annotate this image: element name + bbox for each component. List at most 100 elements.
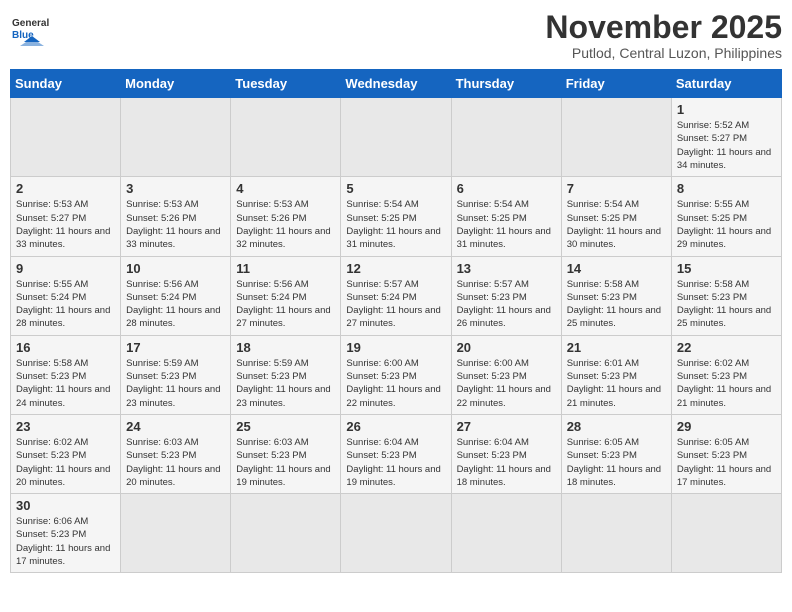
calendar-week-3: 16Sunrise: 5:58 AMSunset: 5:23 PMDayligh…	[11, 335, 782, 414]
day-info: Sunrise: 5:54 AMSunset: 5:25 PMDaylight:…	[346, 198, 445, 251]
calendar: SundayMondayTuesdayWednesdayThursdayFrid…	[10, 69, 782, 573]
day-info: Sunrise: 6:00 AMSunset: 5:23 PMDaylight:…	[346, 357, 445, 410]
calendar-cell: 10 Sunrise: 5:56 AMSunset: 5:24 PMDayligh…	[121, 256, 231, 335]
day-info: Sunrise: 6:02 AMSunset: 5:23 PMDaylight:…	[677, 357, 776, 410]
day-number: 5	[346, 181, 445, 196]
weekday-header-friday: Friday	[561, 70, 671, 98]
day-number: 2	[16, 181, 115, 196]
day-info: Sunrise: 5:59 AMSunset: 5:23 PMDaylight:…	[126, 357, 225, 410]
weekday-header-row: SundayMondayTuesdayWednesdayThursdayFrid…	[11, 70, 782, 98]
day-info: Sunrise: 5:57 AMSunset: 5:24 PMDaylight:…	[346, 278, 445, 331]
calendar-week-1: 2 Sunrise: 5:53 AMSunset: 5:27 PMDaylight…	[11, 177, 782, 256]
day-number: 3	[126, 181, 225, 196]
calendar-cell: 2 Sunrise: 5:53 AMSunset: 5:27 PMDaylight…	[11, 177, 121, 256]
day-number: 1	[677, 102, 776, 117]
day-number: 30	[16, 498, 115, 513]
calendar-cell	[231, 494, 341, 573]
day-number: 24	[126, 419, 225, 434]
calendar-cell: 5 Sunrise: 5:54 AMSunset: 5:25 PMDaylight…	[341, 177, 451, 256]
logo-svg: General Blue	[10, 10, 54, 54]
month-title: November 2025	[545, 10, 782, 45]
title-block: November 2025 Putlod, Central Luzon, Phi…	[545, 10, 782, 61]
day-info: Sunrise: 5:53 AMSunset: 5:26 PMDaylight:…	[126, 198, 225, 251]
day-number: 9	[16, 261, 115, 276]
calendar-week-5: 30 Sunrise: 6:06 AMSunset: 5:23 PMDayligh…	[11, 494, 782, 573]
calendar-cell: 19Sunrise: 6:00 AMSunset: 5:23 PMDayligh…	[341, 335, 451, 414]
day-number: 26	[346, 419, 445, 434]
day-info: Sunrise: 6:03 AMSunset: 5:23 PMDaylight:…	[236, 436, 335, 489]
calendar-week-4: 23Sunrise: 6:02 AMSunset: 5:23 PMDayligh…	[11, 414, 782, 493]
svg-text:General: General	[12, 18, 49, 29]
day-number: 8	[677, 181, 776, 196]
calendar-cell: 6Sunrise: 5:54 AMSunset: 5:25 PMDaylight…	[451, 177, 561, 256]
day-number: 15	[677, 261, 776, 276]
calendar-cell: 21 Sunrise: 6:01 AMSunset: 5:23 PMDayligh…	[561, 335, 671, 414]
calendar-cell: 23Sunrise: 6:02 AMSunset: 5:23 PMDayligh…	[11, 414, 121, 493]
day-number: 20	[457, 340, 556, 355]
calendar-cell	[121, 98, 231, 177]
calendar-cell: 22 Sunrise: 6:02 AMSunset: 5:23 PMDayligh…	[671, 335, 781, 414]
day-info: Sunrise: 6:06 AMSunset: 5:23 PMDaylight:…	[16, 515, 115, 568]
day-number: 11	[236, 261, 335, 276]
day-info: Sunrise: 5:55 AMSunset: 5:25 PMDaylight:…	[677, 198, 776, 251]
day-number: 25	[236, 419, 335, 434]
calendar-cell: 12 Sunrise: 5:57 AMSunset: 5:24 PMDayligh…	[341, 256, 451, 335]
day-info: Sunrise: 5:53 AMSunset: 5:27 PMDaylight:…	[16, 198, 115, 251]
calendar-cell: 13 Sunrise: 5:57 AMSunset: 5:23 PMDayligh…	[451, 256, 561, 335]
day-info: Sunrise: 6:01 AMSunset: 5:23 PMDaylight:…	[567, 357, 666, 410]
day-number: 21	[567, 340, 666, 355]
calendar-cell	[341, 494, 451, 573]
calendar-cell	[451, 494, 561, 573]
calendar-cell: 7Sunrise: 5:54 AMSunset: 5:25 PMDaylight…	[561, 177, 671, 256]
calendar-cell	[341, 98, 451, 177]
day-number: 17	[126, 340, 225, 355]
day-info: Sunrise: 5:55 AMSunset: 5:24 PMDaylight:…	[16, 278, 115, 331]
day-number: 29	[677, 419, 776, 434]
weekday-header-monday: Monday	[121, 70, 231, 98]
logo: General Blue GeneralBlue	[10, 10, 54, 54]
day-number: 12	[346, 261, 445, 276]
calendar-cell: 11 Sunrise: 5:56 AMSunset: 5:24 PMDayligh…	[231, 256, 341, 335]
day-info: Sunrise: 5:57 AMSunset: 5:23 PMDaylight:…	[457, 278, 556, 331]
calendar-cell: 27Sunrise: 6:04 AMSunset: 5:23 PMDayligh…	[451, 414, 561, 493]
day-info: Sunrise: 5:59 AMSunset: 5:23 PMDaylight:…	[236, 357, 335, 410]
calendar-cell: 4Sunrise: 5:53 AMSunset: 5:26 PMDaylight…	[231, 177, 341, 256]
day-number: 7	[567, 181, 666, 196]
day-number: 6	[457, 181, 556, 196]
calendar-cell: 3 Sunrise: 5:53 AMSunset: 5:26 PMDaylight…	[121, 177, 231, 256]
calendar-cell: 28 Sunrise: 6:05 AMSunset: 5:23 PMDayligh…	[561, 414, 671, 493]
day-number: 13	[457, 261, 556, 276]
calendar-cell: 9 Sunrise: 5:55 AMSunset: 5:24 PMDaylight…	[11, 256, 121, 335]
weekday-header-sunday: Sunday	[11, 70, 121, 98]
calendar-cell	[121, 494, 231, 573]
day-info: Sunrise: 5:58 AMSunset: 5:23 PMDaylight:…	[16, 357, 115, 410]
day-info: Sunrise: 6:04 AMSunset: 5:23 PMDaylight:…	[346, 436, 445, 489]
day-info: Sunrise: 6:05 AMSunset: 5:23 PMDaylight:…	[567, 436, 666, 489]
calendar-cell: 18Sunrise: 5:59 AMSunset: 5:23 PMDayligh…	[231, 335, 341, 414]
calendar-cell: 17 Sunrise: 5:59 AMSunset: 5:23 PMDayligh…	[121, 335, 231, 414]
calendar-cell: 15Sunrise: 5:58 AMSunset: 5:23 PMDayligh…	[671, 256, 781, 335]
calendar-cell: 26 Sunrise: 6:04 AMSunset: 5:23 PMDayligh…	[341, 414, 451, 493]
day-number: 10	[126, 261, 225, 276]
day-info: Sunrise: 5:56 AMSunset: 5:24 PMDaylight:…	[236, 278, 335, 331]
day-info: Sunrise: 6:05 AMSunset: 5:23 PMDaylight:…	[677, 436, 776, 489]
day-number: 23	[16, 419, 115, 434]
calendar-cell: 8 Sunrise: 5:55 AMSunset: 5:25 PMDaylight…	[671, 177, 781, 256]
calendar-cell: 20Sunrise: 6:00 AMSunset: 5:23 PMDayligh…	[451, 335, 561, 414]
calendar-cell: 29 Sunrise: 6:05 AMSunset: 5:23 PMDayligh…	[671, 414, 781, 493]
calendar-cell: 25 Sunrise: 6:03 AMSunset: 5:23 PMDayligh…	[231, 414, 341, 493]
calendar-cell	[561, 494, 671, 573]
calendar-cell	[671, 494, 781, 573]
day-info: Sunrise: 5:56 AMSunset: 5:24 PMDaylight:…	[126, 278, 225, 331]
day-number: 4	[236, 181, 335, 196]
calendar-cell: 16Sunrise: 5:58 AMSunset: 5:23 PMDayligh…	[11, 335, 121, 414]
weekday-header-wednesday: Wednesday	[341, 70, 451, 98]
calendar-week-2: 9 Sunrise: 5:55 AMSunset: 5:24 PMDaylight…	[11, 256, 782, 335]
day-number: 28	[567, 419, 666, 434]
page-header: General Blue GeneralBlue November 2025 P…	[10, 10, 782, 61]
day-number: 22	[677, 340, 776, 355]
day-info: Sunrise: 5:52 AMSunset: 5:27 PMDaylight:…	[677, 119, 776, 172]
calendar-cell	[561, 98, 671, 177]
day-number: 27	[457, 419, 556, 434]
calendar-cell	[231, 98, 341, 177]
